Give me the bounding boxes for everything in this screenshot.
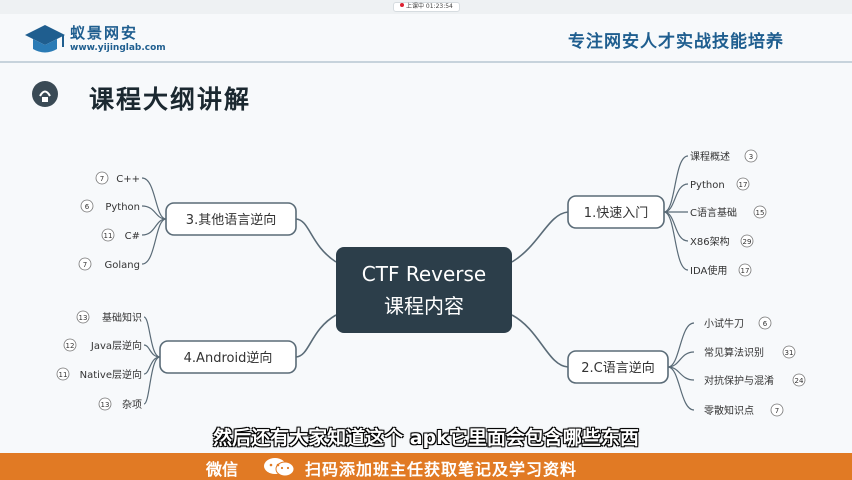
leaf-count-badge: 6 bbox=[85, 203, 90, 211]
leaf-count-badge: 6 bbox=[763, 320, 768, 328]
slide: 上课中 01:23:54 蚁景网安 www.yijinglab.com 专注网安… bbox=[0, 0, 852, 480]
leaf-item[interactable]: 7 Golang bbox=[78, 257, 140, 271]
center-node[interactable]: CTF Reverse 课程内容 bbox=[336, 247, 512, 333]
leaf-item[interactable]: 13 杂项 bbox=[98, 397, 142, 411]
leaf-label: Golang bbox=[105, 260, 140, 271]
leaf-item[interactable]: 11 C# bbox=[101, 228, 140, 242]
mind-map: CTF Reverse 课程内容 1.快速入门 2.C语言逆向 3.其他语言逆向… bbox=[56, 149, 806, 417]
leaf-count-badge: 3 bbox=[749, 153, 753, 161]
leaf-item[interactable]: 零散知识点 7 bbox=[704, 403, 784, 417]
branch-label: 4.Android逆向 bbox=[184, 350, 273, 366]
leaf-label: C# bbox=[125, 231, 140, 242]
leaf-count-badge: 24 bbox=[795, 377, 804, 385]
leaf-label: 课程概述 bbox=[690, 150, 730, 163]
branch-label: 2.C语言逆向 bbox=[581, 360, 654, 376]
leaf-item[interactable]: 小试牛刀 6 bbox=[704, 316, 772, 330]
leaf-label: 小试牛刀 bbox=[704, 317, 744, 330]
leaf-item[interactable]: 7 C++ bbox=[95, 171, 140, 185]
leaf-label: C++ bbox=[116, 174, 140, 185]
video-subtitle: 然后还有大家知道这个 apk它里面会包含哪些东西 bbox=[213, 427, 639, 449]
leaf-count-badge: 15 bbox=[756, 209, 765, 217]
branch-node-2[interactable]: 2.C语言逆向 bbox=[567, 350, 669, 384]
leaf-count-badge: 7 bbox=[83, 261, 87, 269]
leaf-count-badge: 7 bbox=[775, 407, 779, 415]
leaf-item[interactable]: C语言基础 15 bbox=[690, 205, 767, 219]
branch-node-3[interactable]: 3.其他语言逆向 bbox=[165, 202, 297, 236]
leaf-item[interactable]: 对抗保护与混淆 24 bbox=[704, 373, 806, 387]
center-line2: 课程内容 bbox=[384, 294, 464, 318]
leaf-label: C语言基础 bbox=[690, 206, 737, 219]
leaf-count-badge: 17 bbox=[741, 267, 750, 275]
center-line1: CTF Reverse bbox=[362, 262, 486, 286]
leaf-label: Native层逆向 bbox=[80, 368, 142, 381]
leaf-item[interactable]: 12 Java层逆向 bbox=[63, 338, 142, 352]
leaf-label: 杂项 bbox=[122, 399, 142, 411]
branch-node-1[interactable]: 1.快速入门 bbox=[567, 195, 665, 229]
leaf-label: 零散知识点 bbox=[704, 404, 754, 417]
leaf-item[interactable]: 13 基础知识 bbox=[76, 310, 142, 324]
leaf-item[interactable]: Python 17 bbox=[690, 177, 750, 191]
leaf-label: Python bbox=[105, 202, 140, 213]
wechat-icon bbox=[264, 458, 295, 477]
leaf-label: 基础知识 bbox=[102, 311, 142, 324]
leaf-count-badge: 29 bbox=[743, 238, 752, 246]
footer-banner: 微信 扫码添加班主任获取笔记及学习资料 bbox=[0, 453, 852, 480]
leaf-label: Python bbox=[690, 180, 725, 191]
branch-node-4[interactable]: 4.Android逆向 bbox=[159, 340, 297, 374]
leaf-label: Java层逆向 bbox=[90, 339, 142, 352]
leaf-label: IDA使用 bbox=[690, 264, 727, 277]
leaf-item[interactable]: X86架构 29 bbox=[690, 234, 754, 248]
leaf-count-badge: 31 bbox=[785, 349, 794, 357]
leaf-item[interactable]: 常见算法识别 31 bbox=[704, 345, 796, 359]
branch-label: 1.快速入门 bbox=[584, 206, 648, 221]
leaf-count-badge: 13 bbox=[79, 314, 88, 322]
wechat-label: 微信 bbox=[206, 460, 239, 479]
branch-label: 3.其他语言逆向 bbox=[186, 212, 276, 228]
leaf-count-badge: 11 bbox=[59, 371, 68, 379]
leaf-label: X86架构 bbox=[690, 235, 730, 248]
leaf-label: 常见算法识别 bbox=[704, 346, 764, 359]
leaf-item[interactable]: 课程概述 3 bbox=[690, 149, 758, 163]
leaf-item[interactable]: IDA使用 17 bbox=[690, 263, 752, 277]
leaf-label: 对抗保护与混淆 bbox=[704, 374, 774, 387]
leaf-count-badge: 12 bbox=[66, 342, 75, 350]
leaf-count-badge: 13 bbox=[101, 401, 110, 409]
leaf-count-badge: 7 bbox=[100, 175, 104, 183]
leaf-count-badge: 17 bbox=[739, 181, 748, 189]
footer-ad-text: 扫码添加班主任获取笔记及学习资料 bbox=[305, 460, 578, 479]
leaf-item[interactable]: 11 Native层逆向 bbox=[56, 367, 142, 381]
leaf-item[interactable]: 6 Python bbox=[80, 199, 140, 213]
leaf-count-badge: 11 bbox=[104, 232, 113, 240]
